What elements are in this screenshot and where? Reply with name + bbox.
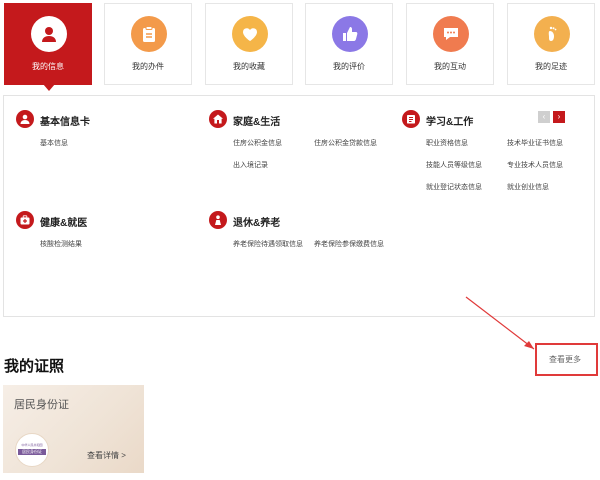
certificate-title: 居民身份证: [14, 399, 69, 411]
seal-text-line2: 居民身份证: [18, 449, 46, 455]
view-more-link[interactable]: 查看更多: [549, 354, 581, 365]
seal-text-line1: 中华人民共和国: [21, 443, 43, 447]
view-details-link[interactable]: 查看详情 >: [87, 450, 126, 461]
certificates-section-title: 我的证照: [4, 358, 65, 375]
id-card-seal-icon: 中华人民共和国 居民身份证: [15, 433, 49, 467]
id-card-certificate[interactable]: 居民身份证 中华人民共和国 居民身份证 查看详情 >: [3, 385, 144, 473]
